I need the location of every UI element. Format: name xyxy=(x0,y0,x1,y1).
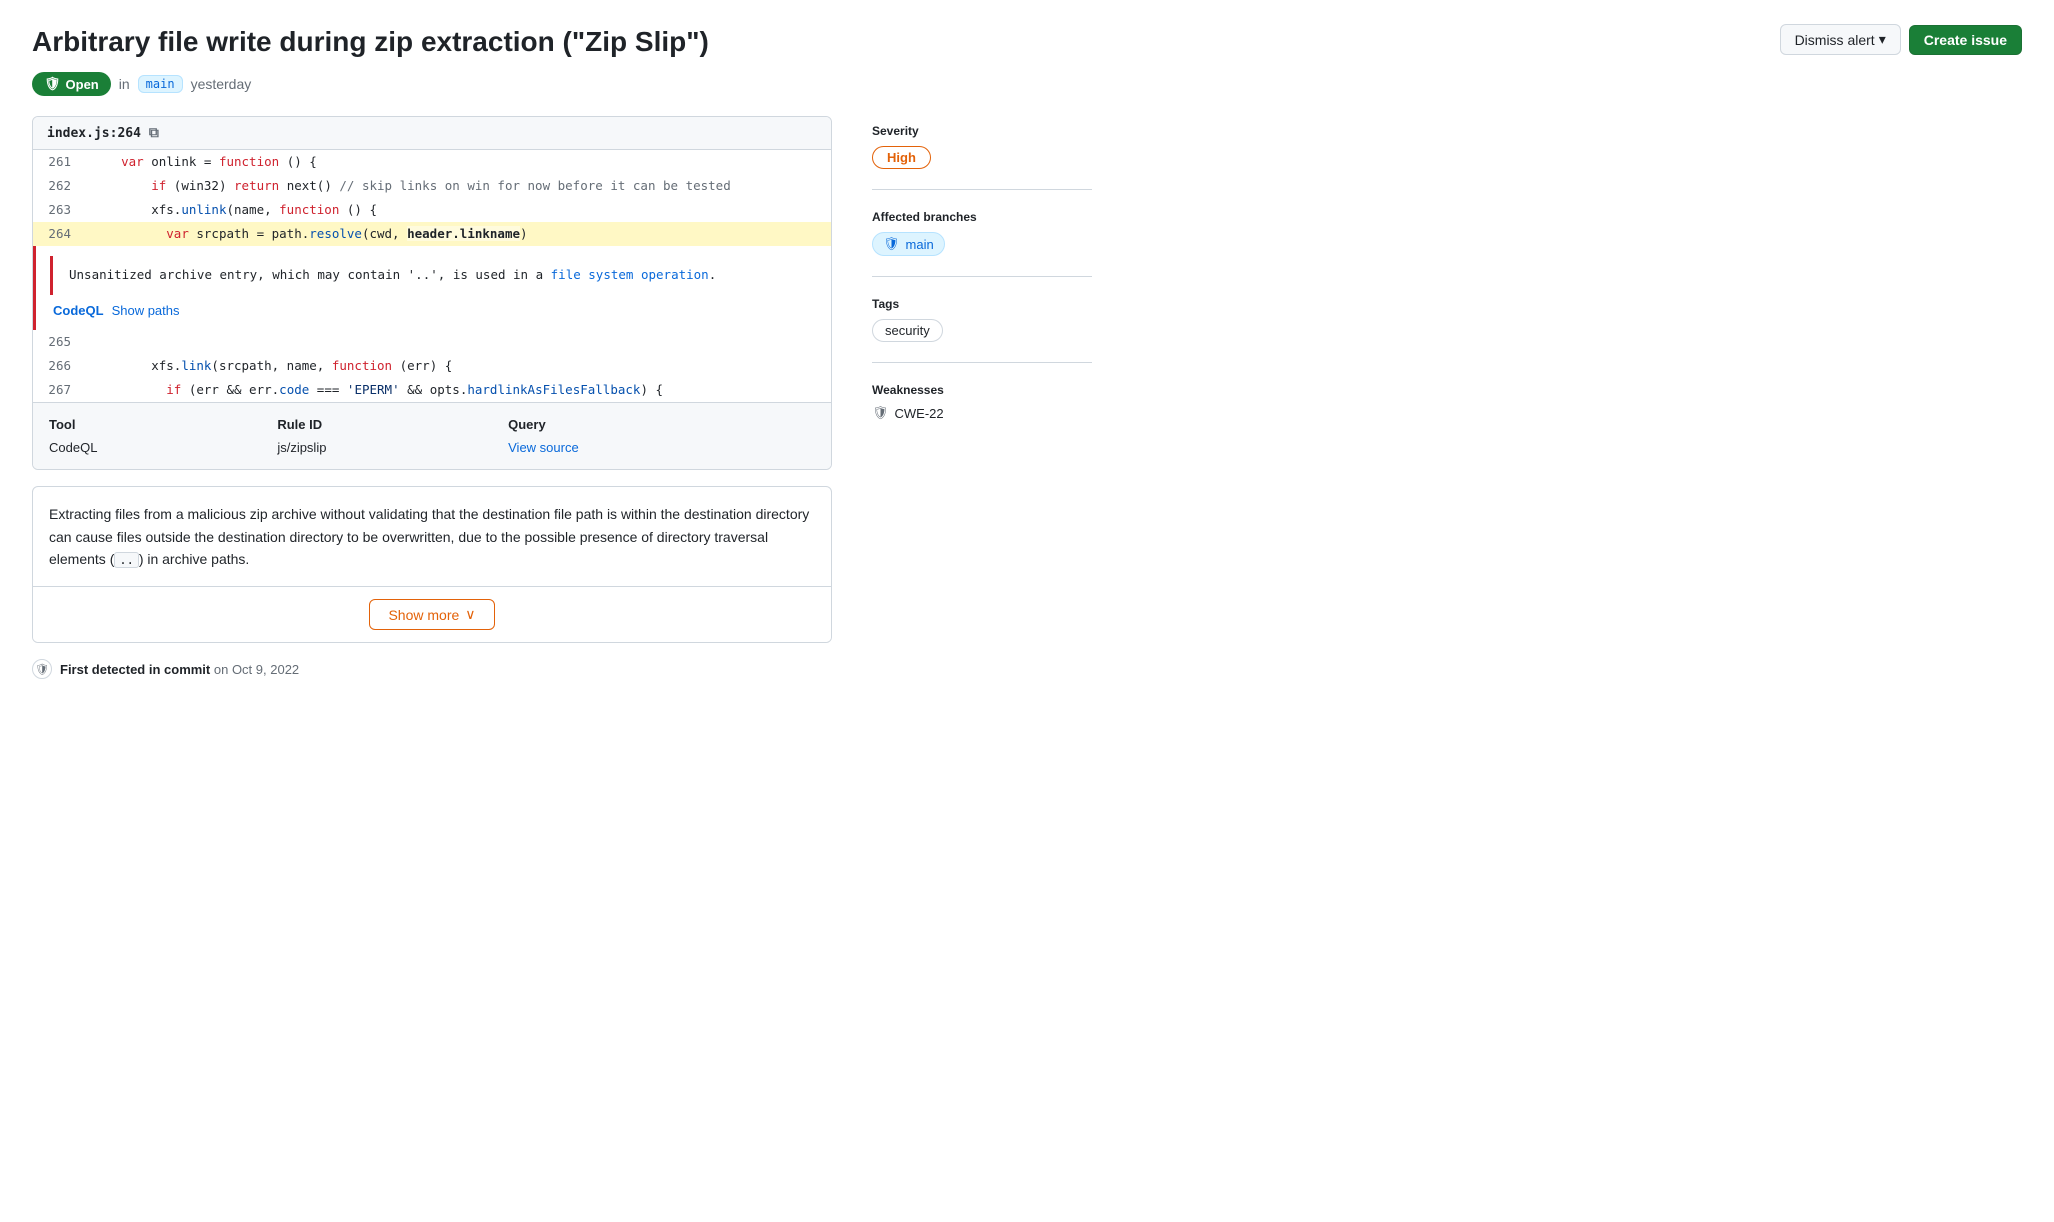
branch-badge: main xyxy=(138,75,183,93)
dismiss-alert-button[interactable]: Dismiss alert ▾ xyxy=(1780,24,1901,55)
detected-strong: First detected in commit xyxy=(60,662,210,677)
line-content-266: xfs.link(srcpath, name, function (err) { xyxy=(83,354,831,378)
query-col-header: Query xyxy=(508,415,815,438)
sidebar-severity-section: Severity High xyxy=(872,124,1092,190)
chevron-down-icon: ∨ xyxy=(465,606,475,623)
description-box: Extracting files from a malicious zip ar… xyxy=(32,486,832,643)
weaknesses-label: Weaknesses xyxy=(872,383,1092,397)
shield-small-icon: 🛡 xyxy=(32,659,52,679)
line-num-266: 266 xyxy=(33,354,83,378)
status-badge: 🛡 Open xyxy=(32,72,111,96)
line-num-265: 265 xyxy=(33,330,83,354)
sidebar: Severity High Affected branches 🛡 main T… xyxy=(872,116,1092,679)
code-line-263: 263 xfs.unlink(name, function () { xyxy=(33,198,831,222)
status-text: Open xyxy=(66,77,99,92)
affected-branch-name: main xyxy=(906,237,934,252)
create-label: Create issue xyxy=(1924,32,2007,48)
show-more-label: Show more xyxy=(388,607,459,623)
affected-branch-badge: 🛡 main xyxy=(872,232,945,256)
severity-badge: High xyxy=(872,146,931,169)
codeql-label: CodeQL xyxy=(53,303,104,318)
show-more-container: Show more ∨ xyxy=(33,586,831,642)
alert-message: Unsanitized archive entry, which may con… xyxy=(50,256,817,295)
shield-icon: 🛡 xyxy=(44,76,61,92)
tool-table: Tool Rule ID Query CodeQL js/zipslip Vie… xyxy=(33,402,831,469)
show-more-button[interactable]: Show more ∨ xyxy=(369,599,494,630)
sidebar-weaknesses-section: Weaknesses 🛡 CWE-22 xyxy=(872,383,1092,441)
code-header: index.js:264 ⧉ xyxy=(33,117,831,150)
view-source-link[interactable]: View source xyxy=(508,440,579,455)
show-paths-link[interactable]: Show paths xyxy=(112,303,180,318)
branch-shield-icon: 🛡 xyxy=(883,236,900,252)
code-line-262: 262 if (win32) return next() // skip lin… xyxy=(33,174,831,198)
dismiss-label: Dismiss alert xyxy=(1795,32,1875,48)
description-text: Extracting files from a malicious zip ar… xyxy=(33,487,831,586)
cwe-value: CWE-22 xyxy=(895,406,944,421)
filename: index.js:264 xyxy=(47,126,141,141)
line-content-267: if (err && err.code === 'EPERM' && opts.… xyxy=(83,378,831,402)
weakness-item: 🛡 CWE-22 xyxy=(872,405,1092,421)
alert-link[interactable]: file system operation xyxy=(551,267,709,282)
tag-badge: security xyxy=(872,319,943,342)
tool-cell: CodeQL xyxy=(49,438,277,457)
in-label: in xyxy=(119,76,130,92)
line-content-264: var srcpath = path.resolve(cwd, header.l… xyxy=(83,222,831,246)
tags-label: Tags xyxy=(872,297,1092,311)
time-label: yesterday xyxy=(191,76,252,92)
create-issue-button[interactable]: Create issue xyxy=(1909,25,2022,55)
tool-col-header: Tool xyxy=(49,415,277,438)
status-row: 🛡 Open in main yesterday xyxy=(32,72,2022,96)
line-content-261: var onlink = function () { xyxy=(83,150,831,174)
weakness-icon: 🛡 xyxy=(872,405,889,421)
sidebar-branches-section: Affected branches 🛡 main xyxy=(872,210,1092,277)
first-detected: 🛡 First detected in commit on Oct 9, 202… xyxy=(32,659,832,679)
code-line-265: 265 xyxy=(33,330,831,354)
code-line-266: 266 xfs.link(srcpath, name, function (er… xyxy=(33,354,831,378)
line-num-262: 262 xyxy=(33,174,83,198)
ruleid-cell: js/zipslip xyxy=(277,438,508,457)
line-content-263: xfs.unlink(name, function () { xyxy=(83,198,831,222)
line-num-264: 264 xyxy=(33,222,83,246)
table-row: CodeQL js/zipslip View source xyxy=(49,438,815,457)
detected-date: on Oct 9, 2022 xyxy=(214,662,299,677)
copy-icon[interactable]: ⧉ xyxy=(149,125,159,141)
line-num-267: 267 xyxy=(33,378,83,402)
sidebar-tags-section: Tags security xyxy=(872,297,1092,363)
chevron-down-icon: ▾ xyxy=(1879,31,1886,48)
line-num-263: 263 xyxy=(33,198,83,222)
code-container: index.js:264 ⧉ 261 var onlink = function… xyxy=(32,116,832,470)
description-part2: ) in archive paths. xyxy=(139,551,250,567)
page-title: Arbitrary file write during zip extracti… xyxy=(32,24,2022,60)
code-line-264: 264 var srcpath = path.resolve(cwd, head… xyxy=(33,222,831,246)
code-block: 261 var onlink = function () { 262 if (w… xyxy=(33,150,831,402)
main-content: index.js:264 ⧉ 261 var onlink = function… xyxy=(32,116,832,679)
affected-branches-label: Affected branches xyxy=(872,210,1092,224)
alert-inline-code: '..' xyxy=(408,267,438,282)
ruleid-col-header: Rule ID xyxy=(277,415,508,438)
page-container: index.js:264 ⧉ 261 var onlink = function… xyxy=(32,116,1092,679)
codeql-row: CodeQL Show paths xyxy=(50,295,817,326)
code-inline-dotdot: .. xyxy=(114,552,138,568)
detected-label: First detected in commit on Oct 9, 2022 xyxy=(60,662,299,677)
line-content-262: if (win32) return next() // skip links o… xyxy=(83,174,831,198)
line-content-265 xyxy=(83,330,831,354)
line-num-261: 261 xyxy=(33,150,83,174)
code-line-267: 267 if (err && err.code === 'EPERM' && o… xyxy=(33,378,831,402)
severity-label: Severity xyxy=(872,124,1092,138)
code-line-261: 261 var onlink = function () { xyxy=(33,150,831,174)
